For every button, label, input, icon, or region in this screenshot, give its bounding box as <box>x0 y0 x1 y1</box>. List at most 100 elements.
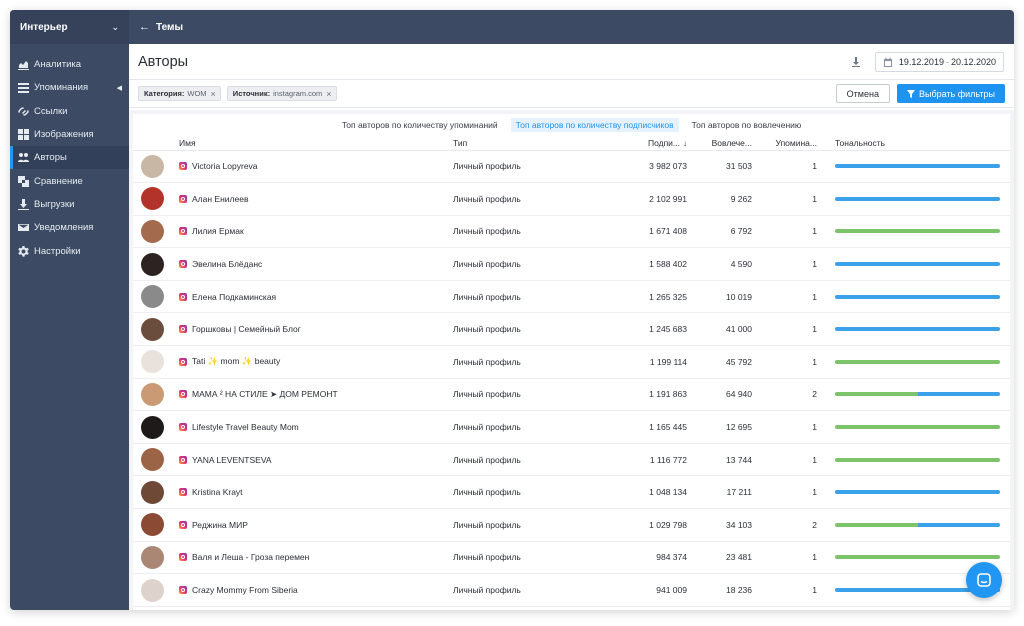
avatar-cell <box>133 345 179 379</box>
sidebar-item-mail[interactable]: Уведомления <box>10 216 129 239</box>
table-row[interactable]: Реджина МИР Личный профиль 1 029 798 34 103… <box>133 508 1010 542</box>
date-range-picker[interactable]: 19.12.2019 - 20.12.2020 <box>874 51 1004 72</box>
chart-icon <box>17 59 29 71</box>
author-name[interactable]: YANA LEVENTSEVA <box>192 455 272 465</box>
instagram-icon <box>179 292 187 301</box>
tone-cell <box>835 150 1010 184</box>
table-row[interactable]: Victoria Lopyreva Личный профиль 3 982 073… <box>133 150 1010 184</box>
sidebar-item-compare[interactable]: Сравнение <box>10 169 129 192</box>
table-row[interactable]: Лилия Ермак Личный профиль 1 671 408 6 792 1 <box>133 215 1010 249</box>
filter-chip-key: Категория: <box>144 89 185 98</box>
filter-chip-value: instagram.com <box>273 89 323 98</box>
sidebar-item-users[interactable]: Авторы <box>10 146 129 170</box>
avatar[interactable] <box>141 154 164 178</box>
type-cell: Личный профиль <box>453 541 603 575</box>
author-name[interactable]: Victoria Lopyreva <box>192 161 258 171</box>
mentions-column-header[interactable]: Упомина... <box>752 136 817 151</box>
tab-2[interactable]: Топ авторов по вовлечению <box>687 118 807 132</box>
subscribers-cell: 1 265 325 <box>603 280 687 314</box>
table-row[interactable]: YANA LEVENTSEVA Личный профиль 1 116 772 13… <box>133 443 1010 477</box>
author-name[interactable]: Реджина МИР <box>192 520 248 530</box>
table-row[interactable]: Алан Енилеев Личный профиль 2 102 991 9 262… <box>133 182 1010 216</box>
app-window: Интерьер ⌄ Аналитика Упоминания ◀ Ссылки Изо… <box>10 10 1014 610</box>
sidebar-item-chart[interactable]: Аналитика <box>10 53 129 76</box>
avatar[interactable] <box>141 480 164 504</box>
instagram-icon <box>179 488 187 497</box>
name-cell: YANA LEVENTSEVA <box>179 443 453 477</box>
sidebar-item-download[interactable]: Выгрузки <box>10 193 129 216</box>
avatar[interactable] <box>141 219 164 243</box>
author-name[interactable]: Горшковы | Семейный Блог <box>192 324 301 334</box>
topbar: ← Темы <box>129 10 1014 44</box>
tone-positive-segment <box>835 425 1000 430</box>
tone-cell <box>835 345 1010 379</box>
author-name[interactable]: Елена Подкаминская <box>192 292 276 302</box>
avatar[interactable] <box>141 382 164 406</box>
sidebar-item-label: Выгрузки <box>34 198 75 210</box>
type-column-header[interactable]: Тип <box>453 136 603 151</box>
name-cell: Горшковы | Семейный Блог <box>179 312 453 347</box>
table-row[interactable]: Елена Подкаминская Личный профиль 1 265 32… <box>133 280 1010 314</box>
author-name[interactable]: Tati ✨ mom ✨ beauty <box>192 356 280 367</box>
tone-cell <box>835 508 1010 542</box>
table-row[interactable]: Валя и Леша - Гроза перемен Личный профил… <box>133 541 1010 575</box>
table-row[interactable]: МАМА ² НА СТИЛЕ ➤ ДОМ РЕМОНТ Личный профи… <box>133 378 1010 412</box>
avatar[interactable] <box>141 187 164 211</box>
table-row[interactable]: Crazy Mommy From Siberia Личный профиль 94… <box>133 573 1010 607</box>
close-icon[interactable]: × <box>211 89 216 99</box>
chat-widget-button[interactable] <box>966 562 1002 598</box>
table-row[interactable]: Kristina Krayt Личный профиль 1 048 134 17 … <box>133 475 1010 510</box>
table-row[interactable]: Горшковы | Семейный Блог Личный профиль 1 … <box>133 312 1010 347</box>
author-name[interactable]: Lifestyle Travel Beauty Mom <box>192 422 299 432</box>
avatar[interactable] <box>141 350 164 374</box>
avatar[interactable] <box>141 513 164 537</box>
table-row[interactable]: Tati ✨ mom ✨ beauty Личный профиль 1 199 1… <box>133 345 1010 379</box>
tone-cell <box>835 475 1010 510</box>
filter-actions: Отмена Выбрать фильтры <box>835 84 1005 103</box>
engagement-column-header[interactable]: Вовлече... <box>687 136 752 151</box>
compare-icon <box>17 175 29 187</box>
close-icon[interactable]: × <box>326 89 331 99</box>
sidebar-item-gear[interactable]: Настройки <box>10 239 129 262</box>
author-name[interactable]: Эвелина Блёданс <box>192 259 262 269</box>
instagram-icon <box>179 325 187 334</box>
tab-0[interactable]: Топ авторов по количеству упоминаний <box>337 118 503 132</box>
author-name[interactable]: Алан Енилеев <box>192 194 248 204</box>
table-row[interactable]: Эвелина Блёданс Личный профиль 1 588 402 4 … <box>133 247 1010 281</box>
avatar[interactable] <box>141 317 164 341</box>
spacer-cell <box>817 410 835 444</box>
sidebar-item-mentions[interactable]: Упоминания ◀ <box>10 76 129 99</box>
download-icon[interactable] <box>849 55 863 69</box>
engagement-cell: 12 695 <box>687 410 752 444</box>
sidebar-item-images[interactable]: Изображения <box>10 123 129 146</box>
avatar[interactable] <box>141 415 164 439</box>
cancel-button[interactable]: Отмена <box>835 84 890 103</box>
avatar[interactable] <box>141 252 164 276</box>
subscribers-column-header[interactable]: Подпи... ↓ <box>603 136 687 151</box>
table-header-row: Имя Тип Подпи... ↓ Вовлече... Упомина... … <box>133 136 1010 151</box>
avatar[interactable] <box>141 578 164 602</box>
choose-filters-button[interactable]: Выбрать фильтры <box>896 84 1005 103</box>
avatar[interactable] <box>141 545 164 569</box>
avatar[interactable] <box>141 285 164 309</box>
mentions-cell: 1 <box>752 150 817 184</box>
arrow-left-icon[interactable]: ← <box>139 21 150 33</box>
name-column-header[interactable]: Имя <box>179 136 453 151</box>
tone-column-header[interactable]: Тональность <box>835 136 1010 151</box>
sidebar-item-link[interactable]: Ссылки <box>10 100 129 123</box>
author-name[interactable]: Валя и Леша - Гроза перемен <box>192 552 309 562</box>
subscribers-cell: 1 029 798 <box>603 508 687 542</box>
back-link[interactable]: Темы <box>156 22 183 33</box>
tone-cell <box>835 215 1010 249</box>
author-name[interactable]: Crazy Mommy From Siberia <box>192 585 298 595</box>
tab-1[interactable]: Топ авторов по количеству подписчиков <box>510 118 679 132</box>
author-name[interactable]: МАМА ² НА СТИЛЕ ➤ ДОМ РЕМОНТ <box>192 389 338 400</box>
project-selector[interactable]: Интерьер ⌄ <box>10 10 129 44</box>
avatar[interactable] <box>141 448 164 472</box>
tone-bar <box>835 392 1000 397</box>
avatar-cell <box>133 541 179 575</box>
author-name[interactable]: Kristina Krayt <box>192 487 243 497</box>
table-row[interactable]: Lifestyle Travel Beauty Mom Личный профил… <box>133 410 1010 444</box>
tone-neutral-segment <box>835 294 1000 299</box>
author-name[interactable]: Лилия Ермак <box>192 226 244 236</box>
